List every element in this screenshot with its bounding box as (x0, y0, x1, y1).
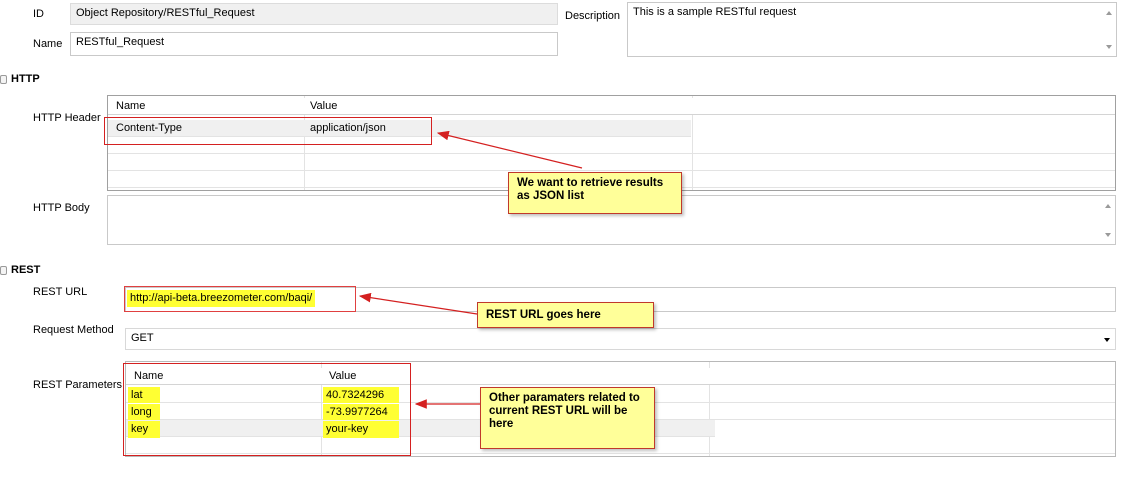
rest-url-note-text: REST URL goes here (486, 309, 601, 321)
json-list-note: We want to retrieve results as JSON list (508, 172, 682, 214)
parameters-note-text: Other paramaters related to current REST… (489, 392, 640, 430)
parameters-note: Other paramaters related to current REST… (480, 387, 655, 449)
rest-url-note: REST URL goes here (477, 302, 654, 328)
json-list-note-text: We want to retrieve results as JSON list (517, 177, 664, 202)
